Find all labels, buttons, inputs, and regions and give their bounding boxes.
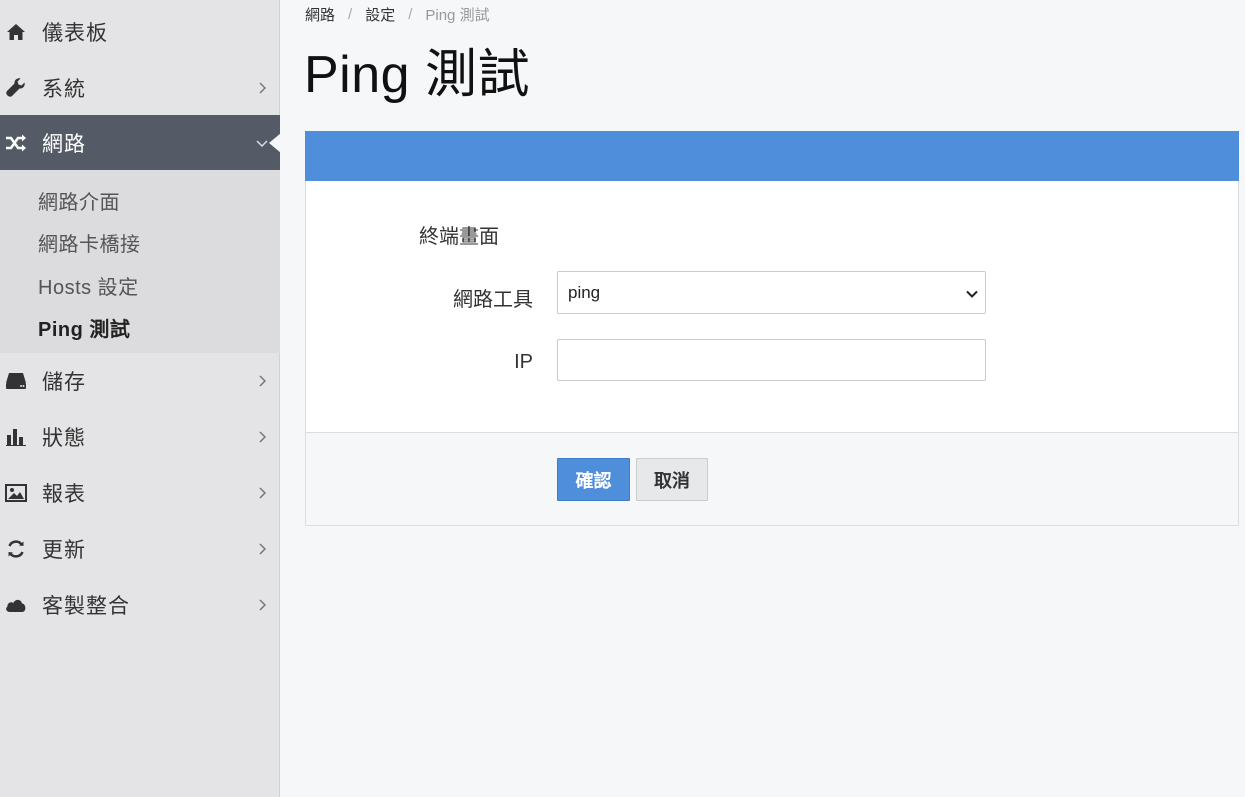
sidebar-item-status[interactable]: 狀態 bbox=[0, 409, 280, 465]
chevron-right-icon bbox=[256, 82, 268, 94]
sidebar-item-reports[interactable]: 報表 bbox=[0, 465, 280, 521]
submenu-item-interfaces[interactable]: 網路介面 bbox=[38, 186, 120, 215]
chevron-down-icon bbox=[965, 286, 979, 300]
network-tool-label: 網路工具 bbox=[453, 289, 533, 311]
panel-body: 終端畫面 網路工具 ping IP bbox=[306, 181, 1238, 432]
terminal-label: 終端畫面 bbox=[419, 226, 499, 248]
network-submenu: 網路介面 網路卡橋接 Hosts 設定 Ping 測試 bbox=[0, 170, 280, 353]
cancel-button[interactable]: 取消 bbox=[636, 458, 708, 501]
breadcrumb-item-network[interactable]: 網路 bbox=[305, 4, 335, 25]
app-root: 儀表板 系統 網路 網路介面 網路卡橋接 Hosts 設定 Ping 測試 儲存… bbox=[0, 0, 1245, 797]
bar-chart-icon bbox=[5, 426, 27, 448]
confirm-button[interactable]: 確認 bbox=[557, 458, 630, 501]
chevron-right-icon bbox=[256, 487, 268, 499]
chevron-right-icon bbox=[256, 599, 268, 611]
network-tool-selected-value: ping bbox=[568, 282, 601, 302]
sidebar-item-update[interactable]: 更新 bbox=[0, 521, 280, 577]
hard-drive-icon bbox=[5, 370, 27, 392]
panel-header bbox=[305, 131, 1239, 181]
ip-label: IP bbox=[514, 351, 533, 373]
breadcrumb: 網路 / 設定 / Ping 測試 bbox=[305, 4, 490, 25]
home-icon bbox=[5, 21, 27, 43]
sidebar-item-dashboard[interactable]: 儀表板 bbox=[0, 4, 280, 60]
ping-form-panel: 終端畫面 網路工具 ping IP 確認 取消 bbox=[305, 131, 1239, 526]
breadcrumb-item-current: Ping 測試 bbox=[425, 7, 490, 24]
submenu-item-bridge[interactable]: 網路卡橋接 bbox=[38, 228, 141, 257]
sidebar-item-label: 儀表板 bbox=[42, 22, 108, 45]
breadcrumb-separator: / bbox=[348, 6, 353, 23]
sidebar-item-label: 儲存 bbox=[42, 371, 86, 394]
network-tool-select[interactable]: ping bbox=[557, 271, 986, 314]
breadcrumb-item-settings[interactable]: 設定 bbox=[365, 4, 395, 25]
chevron-right-icon bbox=[256, 543, 268, 555]
panel-footer: 確認 取消 bbox=[306, 432, 1238, 525]
breadcrumb-separator: / bbox=[408, 6, 413, 23]
shuffle-icon bbox=[5, 132, 27, 154]
sidebar-item-label: 報表 bbox=[42, 483, 86, 506]
sidebar-item-integration[interactable]: 客製整合 bbox=[0, 577, 280, 633]
sidebar-item-storage[interactable]: 儲存 bbox=[0, 353, 280, 409]
sidebar-item-label: 更新 bbox=[42, 539, 86, 562]
image-icon bbox=[5, 482, 27, 504]
cloud-icon bbox=[5, 594, 27, 616]
sidebar-item-network[interactable]: 網路 bbox=[0, 115, 280, 170]
page-title: Ping 測試 bbox=[304, 46, 531, 104]
chevron-right-icon bbox=[256, 431, 268, 443]
sidebar-item-label: 系統 bbox=[42, 78, 86, 101]
chevron-right-icon bbox=[256, 375, 268, 387]
sidebar: 儀表板 系統 網路 網路介面 網路卡橋接 Hosts 設定 Ping 測試 儲存… bbox=[0, 0, 280, 797]
sidebar-item-label: 客製整合 bbox=[42, 595, 130, 618]
ip-input[interactable] bbox=[557, 339, 986, 381]
refresh-icon bbox=[5, 538, 27, 560]
wrench-icon bbox=[5, 77, 27, 99]
submenu-item-ping[interactable]: Ping 測試 bbox=[38, 313, 130, 342]
sidebar-item-label: 狀態 bbox=[42, 427, 86, 450]
submenu-item-hosts[interactable]: Hosts 設定 bbox=[38, 271, 139, 300]
sidebar-item-label: 網路 bbox=[42, 132, 86, 156]
sidebar-item-system[interactable]: 系統 bbox=[0, 60, 280, 116]
chevron-down-icon bbox=[256, 137, 268, 149]
